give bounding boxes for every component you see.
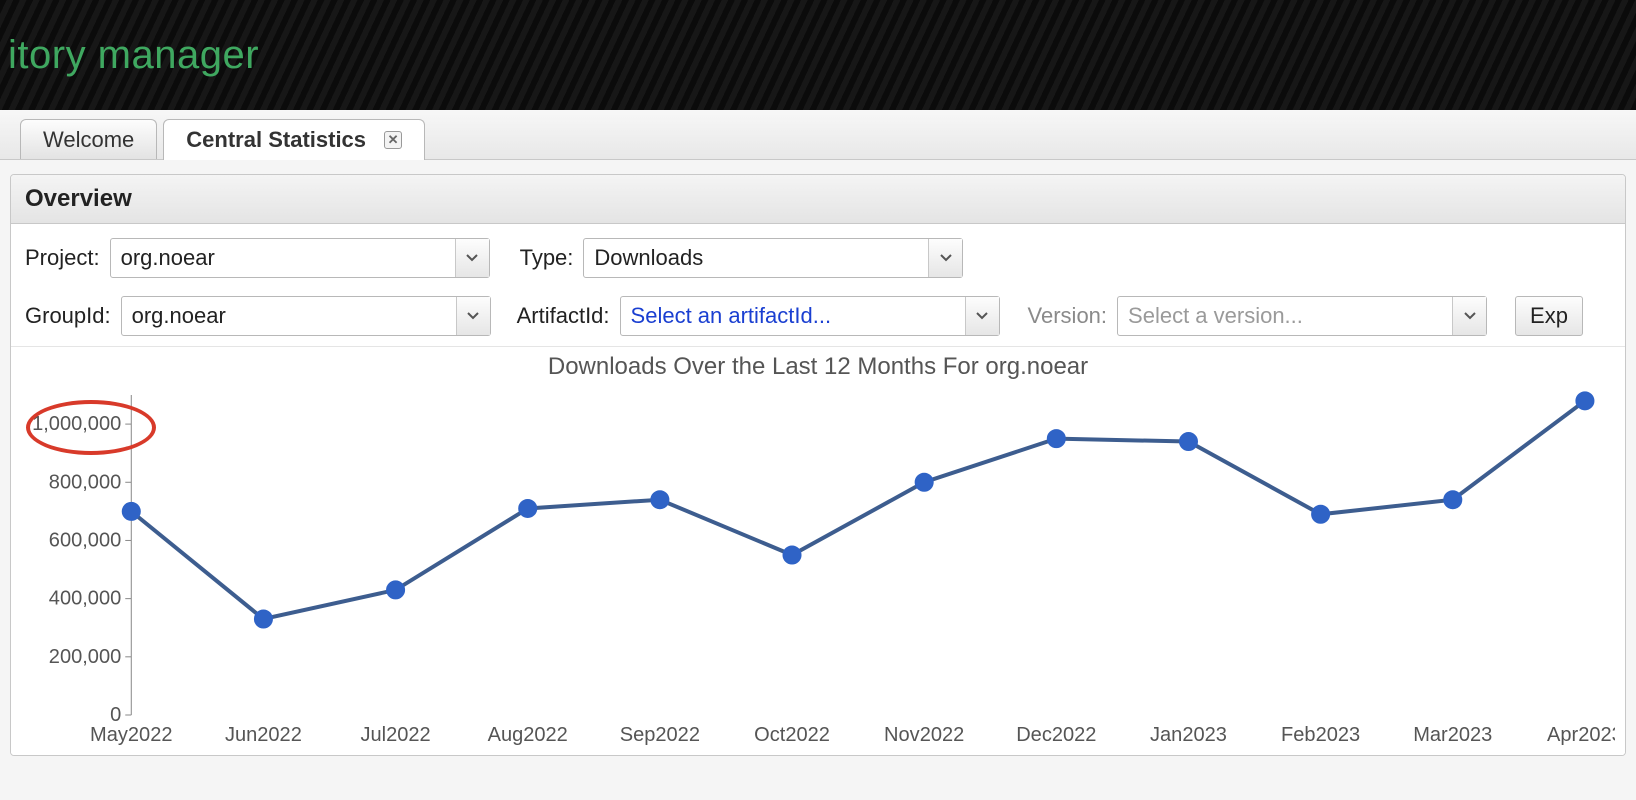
export-button-label: Exp bbox=[1530, 303, 1568, 329]
tab-central-statistics[interactable]: Central Statistics ✕ bbox=[163, 119, 425, 160]
svg-text:Aug2022: Aug2022 bbox=[488, 724, 568, 745]
tab-label: Welcome bbox=[43, 127, 134, 153]
type-combo[interactable]: Downloads bbox=[583, 238, 963, 278]
artifactid-combo[interactable]: Select an artifactId... bbox=[620, 296, 1000, 336]
chevron-down-icon[interactable] bbox=[455, 239, 489, 277]
overview-panel: Overview Project: org.noear Type: Downlo… bbox=[10, 174, 1626, 756]
project-combo[interactable]: org.noear bbox=[110, 238, 490, 278]
chevron-down-icon[interactable] bbox=[456, 297, 490, 335]
svg-text:800,000: 800,000 bbox=[49, 471, 121, 493]
svg-text:0: 0 bbox=[110, 704, 121, 726]
artifactid-placeholder: Select an artifactId... bbox=[621, 303, 965, 329]
svg-text:Oct2022: Oct2022 bbox=[754, 724, 830, 745]
svg-text:1,000,000: 1,000,000 bbox=[32, 413, 121, 435]
project-value: org.noear bbox=[111, 245, 455, 271]
chart-area: Downloads Over the Last 12 Months For or… bbox=[11, 347, 1625, 755]
svg-text:May2022: May2022 bbox=[90, 724, 172, 745]
type-value: Downloads bbox=[584, 245, 928, 271]
svg-text:Sep2022: Sep2022 bbox=[620, 724, 700, 745]
svg-text:Dec2022: Dec2022 bbox=[1016, 724, 1096, 745]
svg-text:Nov2022: Nov2022 bbox=[884, 724, 964, 745]
panel-title: Overview bbox=[11, 175, 1625, 224]
svg-text:400,000: 400,000 bbox=[49, 588, 121, 610]
filter-bar: Project: org.noear Type: Downloads Group… bbox=[11, 224, 1625, 347]
close-icon[interactable]: ✕ bbox=[384, 131, 402, 149]
version-combo[interactable]: Select a version... bbox=[1117, 296, 1487, 336]
app-header: itory manager bbox=[0, 0, 1636, 110]
tab-label: Central Statistics bbox=[186, 127, 366, 153]
version-placeholder: Select a version... bbox=[1118, 303, 1452, 329]
svg-text:Mar2023: Mar2023 bbox=[1413, 724, 1492, 745]
app-title: itory manager bbox=[8, 33, 259, 78]
chart-canvas: 0 200,000 400,000 600,000 800,000 1,000,000 Ma… bbox=[21, 385, 1615, 745]
svg-text:Jul2022: Jul2022 bbox=[360, 724, 430, 745]
svg-text:Jan2023: Jan2023 bbox=[1150, 724, 1227, 745]
svg-text:Apr2023: Apr2023 bbox=[1547, 724, 1615, 745]
groupid-value: org.noear bbox=[122, 303, 456, 329]
svg-text:Jun2022: Jun2022 bbox=[225, 724, 302, 745]
chevron-down-icon[interactable] bbox=[1452, 297, 1486, 335]
type-label: Type: bbox=[520, 245, 574, 271]
project-label: Project: bbox=[25, 245, 100, 271]
tab-welcome[interactable]: Welcome bbox=[20, 119, 157, 159]
groupid-combo[interactable]: org.noear bbox=[121, 296, 491, 336]
svg-text:Feb2023: Feb2023 bbox=[1281, 724, 1360, 745]
groupid-label: GroupId: bbox=[25, 303, 111, 329]
line-chart-svg: 0 200,000 400,000 600,000 800,000 1,000,000 Ma… bbox=[21, 385, 1615, 745]
chevron-down-icon[interactable] bbox=[928, 239, 962, 277]
chevron-down-icon[interactable] bbox=[965, 297, 999, 335]
svg-text:200,000: 200,000 bbox=[49, 646, 121, 668]
chart-title: Downloads Over the Last 12 Months For or… bbox=[21, 353, 1615, 381]
svg-text:600,000: 600,000 bbox=[49, 529, 121, 551]
tab-strip: Welcome Central Statistics ✕ bbox=[0, 110, 1636, 160]
artifactid-label: ArtifactId: bbox=[517, 303, 610, 329]
export-button[interactable]: Exp bbox=[1515, 296, 1583, 336]
version-label: Version: bbox=[1028, 303, 1108, 329]
